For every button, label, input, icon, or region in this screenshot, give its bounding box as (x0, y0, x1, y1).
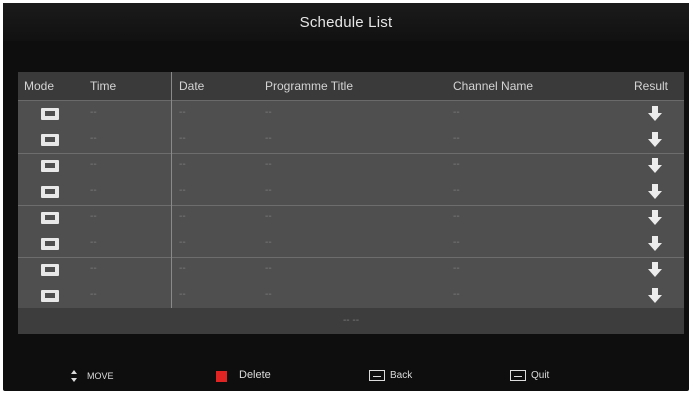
cell-programme-title: -- (265, 289, 272, 300)
cell-time: -- (90, 289, 97, 300)
table-row[interactable]: -- -- -- -- (18, 257, 684, 283)
back-label: Back (390, 370, 413, 381)
cell-programme-title: -- (265, 185, 272, 196)
download-arrow-icon (648, 262, 662, 278)
cell-channel-name: -- (453, 211, 460, 222)
hint-bar: MOVE Delete Back Quit (3, 362, 689, 390)
cell-date: -- (179, 211, 186, 222)
schedule-table: Mode Time Date Programme Title Channel N… (18, 72, 684, 334)
page-indicator: -- -- (18, 308, 684, 334)
cell-time: -- (90, 159, 97, 170)
row-group: -- -- -- -- -- -- -- -- (18, 153, 684, 206)
red-key-icon (216, 371, 227, 382)
row-group: -- -- -- -- -- -- -- -- (18, 101, 684, 154)
table-row[interactable]: -- -- -- -- (18, 231, 684, 257)
cell-date: -- (179, 185, 186, 196)
download-arrow-icon (648, 288, 662, 304)
tv-icon (41, 160, 59, 172)
tv-icon (41, 264, 59, 276)
cell-time: -- (90, 263, 97, 274)
row-group: -- -- -- -- -- -- -- -- (18, 257, 684, 310)
cell-programme-title: -- (265, 159, 272, 170)
header-result: Result (634, 79, 669, 93)
page-title: Schedule List (3, 3, 689, 41)
cell-date: -- (179, 263, 186, 274)
cell-programme-title: -- (265, 133, 272, 144)
cell-channel-name: -- (453, 159, 460, 170)
cell-date: -- (179, 133, 186, 144)
cell-time: -- (90, 133, 97, 144)
cell-programme-title: -- (265, 211, 272, 222)
cell-channel-name: -- (453, 237, 460, 248)
table-row[interactable]: -- -- -- -- (18, 127, 684, 153)
table-row[interactable]: -- -- -- -- (18, 283, 684, 309)
up-down-arrow-icon (70, 369, 78, 383)
header-date: Date (179, 79, 205, 93)
cell-programme-title: -- (265, 237, 272, 248)
cell-date: -- (179, 107, 186, 118)
cell-time: -- (90, 185, 97, 196)
table-row[interactable]: -- -- -- -- (18, 101, 684, 127)
download-arrow-icon (648, 236, 662, 252)
column-divider (171, 72, 172, 308)
cell-programme-title: -- (265, 107, 272, 118)
cell-time: -- (90, 107, 97, 118)
download-arrow-icon (648, 132, 662, 148)
header-channel-name: Channel Name (453, 79, 534, 93)
cell-date: -- (179, 237, 186, 248)
row-group: -- -- -- -- -- -- -- -- (18, 205, 684, 258)
tv-icon (41, 108, 59, 120)
delete-label: Delete (239, 369, 271, 381)
header-time: Time (90, 79, 117, 93)
header-programme-title: Programme Title (265, 79, 354, 93)
cell-time: -- (90, 237, 97, 248)
table-header: Mode Time Date Programme Title Channel N… (18, 72, 684, 101)
table-row[interactable]: -- -- -- -- (18, 205, 684, 231)
cell-channel-name: -- (453, 107, 460, 118)
tv-icon (41, 238, 59, 250)
download-arrow-icon (648, 210, 662, 226)
move-label: MOVE (87, 371, 114, 381)
exit-key-icon (510, 370, 526, 381)
cell-time: -- (90, 211, 97, 222)
tv-icon (41, 290, 59, 302)
tv-icon (41, 186, 59, 198)
cell-date: -- (179, 159, 186, 170)
cell-programme-title: -- (265, 263, 272, 274)
cell-channel-name: -- (453, 263, 460, 274)
cell-channel-name: -- (453, 289, 460, 300)
quit-label: Quit (531, 370, 550, 381)
table-row[interactable]: -- -- -- -- (18, 153, 684, 179)
tv-icon (41, 134, 59, 146)
cell-channel-name: -- (453, 133, 460, 144)
cell-channel-name: -- (453, 185, 460, 196)
tv-icon (41, 212, 59, 224)
cell-date: -- (179, 289, 186, 300)
download-arrow-icon (648, 106, 662, 122)
download-arrow-icon (648, 158, 662, 174)
back-key-icon (369, 370, 385, 381)
header-mode: Mode (24, 79, 55, 93)
table-row[interactable]: -- -- -- -- (18, 179, 684, 205)
download-arrow-icon (648, 184, 662, 200)
